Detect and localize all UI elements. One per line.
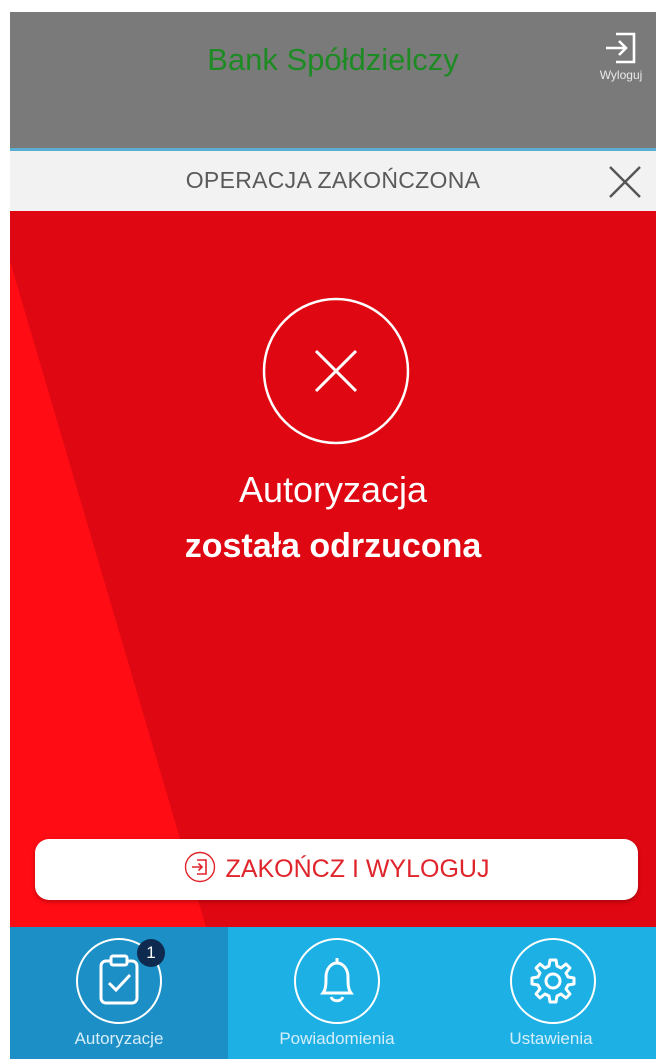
- bell-icon: [293, 937, 381, 1025]
- rejected-icon: [262, 297, 410, 445]
- notification-badge: 1: [137, 939, 165, 967]
- nav-item-powiadomienia[interactable]: Powiadomienia: [228, 927, 446, 1059]
- nav-label-powiadomienia: Powiadomienia: [279, 1029, 395, 1048]
- result-panel: Autoryzacja została odrzucona ZAKOŃCZ I …: [10, 211, 656, 927]
- logout-icon: [592, 28, 650, 68]
- nav-label-autoryzacje: Autoryzacje: [74, 1029, 164, 1048]
- app-header: Bank Spółdzielczy Wyloguj: [10, 12, 656, 148]
- close-icon: [609, 166, 641, 198]
- app-screen: Bank Spółdzielczy Wyloguj OPERACJA ZAKOŃ…: [10, 12, 656, 1059]
- logout-button[interactable]: Wyloguj: [592, 28, 650, 82]
- end-button-label: ZAKOŃCZ I WYLOGUJ: [225, 855, 490, 883]
- result-subtitle: została odrzucona: [184, 527, 482, 565]
- end-and-logout-button[interactable]: ZAKOŃCZ I WYLOGUJ: [35, 839, 638, 900]
- nav-item-autoryzacje[interactable]: 1 Autoryzacje: [10, 927, 228, 1059]
- result-title: Autoryzacja: [238, 469, 428, 510]
- bottom-nav: 1 Autoryzacje Powiadomienia Ustawienia: [10, 927, 656, 1059]
- operation-bar: OPERACJA ZAKOŃCZONA: [10, 151, 656, 211]
- operation-title: OPERACJA ZAKOŃCZONA: [185, 167, 481, 193]
- bank-name: Bank Spółdzielczy: [207, 42, 459, 77]
- nav-label-ustawienia: Ustawienia: [509, 1029, 593, 1048]
- nav-item-ustawienia[interactable]: Ustawienia: [446, 927, 656, 1059]
- close-button[interactable]: [608, 165, 642, 199]
- logout-icon: [184, 851, 216, 888]
- gear-icon: [509, 937, 597, 1025]
- logout-label: Wyloguj: [599, 68, 643, 82]
